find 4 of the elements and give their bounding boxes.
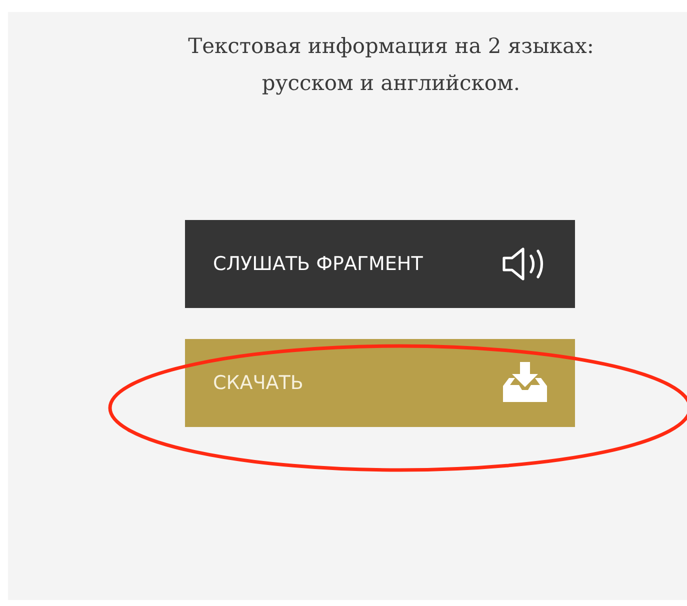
download-icon bbox=[501, 362, 549, 404]
description-text: русском и английском. bbox=[262, 70, 520, 97]
description-text: Текстовая информация на 2 языках: bbox=[188, 33, 594, 60]
listen-button[interactable]: СЛУШАТЬ ФРАГМЕНТ bbox=[185, 220, 575, 308]
